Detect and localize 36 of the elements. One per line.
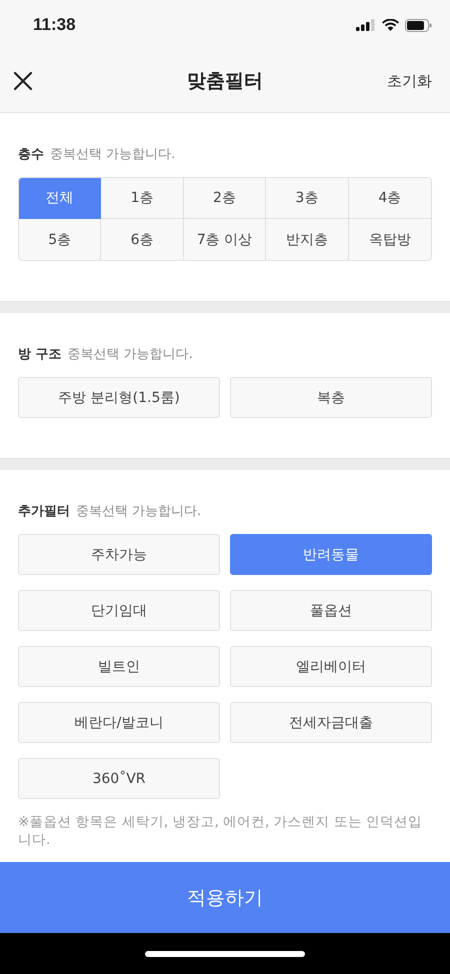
floor-option[interactable]: 옥탑방	[348, 219, 431, 260]
floor-option[interactable]: 반지층	[266, 219, 349, 260]
filter-option[interactable]: 주차가능	[18, 534, 220, 575]
signal-icon	[356, 19, 376, 31]
filter-option[interactable]: 빌트인	[18, 646, 220, 687]
floor-option[interactable]: 7층 이상	[184, 219, 266, 260]
section-hint: 중복선택 가능합니다.	[76, 503, 202, 520]
filter-option[interactable]: 단기임대	[18, 590, 220, 631]
filter-option[interactable]: 풀옵션	[230, 590, 432, 631]
battery-icon	[405, 18, 432, 32]
filter-option[interactable]: 반려동물	[230, 534, 432, 575]
section-hint: 중복선택 가능합니다.	[50, 146, 176, 163]
section-title: 방 구조	[18, 346, 62, 363]
floor-option[interactable]: 4층	[348, 178, 431, 219]
filter-option[interactable]: 주방 분리형(1.5룸)	[18, 377, 220, 418]
section-title: 층수	[18, 146, 44, 163]
page-title: 맞춤필터	[187, 69, 263, 94]
floor-option[interactable]: 전체	[19, 178, 102, 219]
floor-option[interactable]: 6층	[101, 219, 184, 260]
wifi-icon	[382, 19, 399, 31]
filter-option[interactable]: 360˚VR	[18, 758, 220, 799]
floor-option[interactable]: 1층	[101, 178, 184, 219]
status-time: 11:38	[33, 15, 76, 35]
filter-option[interactable]: 복층	[230, 377, 432, 418]
floor-option[interactable]: 5층	[19, 219, 102, 260]
filter-option[interactable]: 전세자금대출	[230, 702, 432, 743]
close-icon[interactable]	[13, 71, 33, 91]
section-hint: 중복선택 가능합니다.	[68, 346, 193, 363]
footnote: ※풀옵션 항목은 세탁기, 냉장고, 에어컨, 가스렌지 또는 인덕션입니다.	[18, 813, 424, 849]
reset-button[interactable]: 초기화	[387, 72, 432, 90]
floor-option[interactable]: 3층	[266, 178, 349, 219]
filter-option[interactable]: 베란다/발코니	[18, 702, 220, 743]
apply-button[interactable]: 적용하기	[0, 862, 450, 933]
section-title: 추가필터	[18, 503, 70, 520]
floor-option[interactable]: 2층	[184, 178, 266, 219]
filter-option[interactable]: 엘리베이터	[230, 646, 432, 687]
